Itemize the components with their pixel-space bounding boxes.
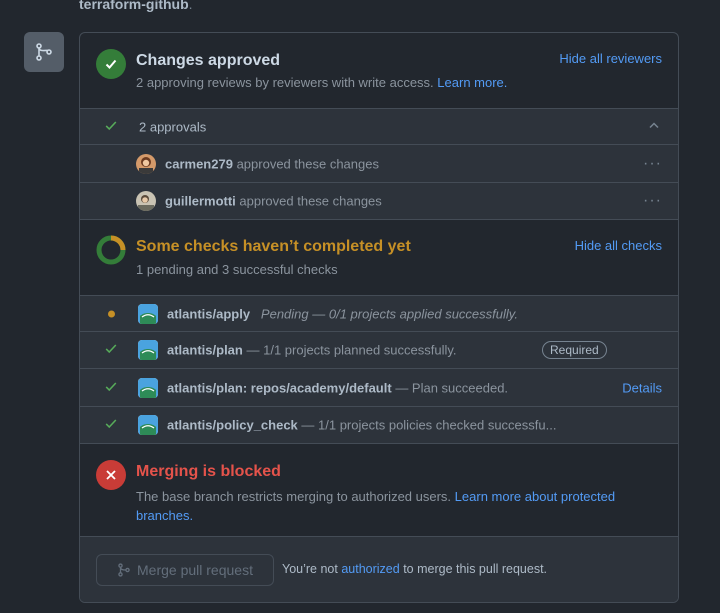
atlantis-app-icon[interactable] (138, 340, 158, 360)
merge-panel: Changes approved 2 approving reviews by … (79, 32, 679, 603)
reviewer-name: carmen279 approved these changes (165, 156, 379, 171)
blocked-text: The base branch restricts merging to aut… (136, 489, 616, 523)
atlantis-app-icon[interactable] (138, 303, 158, 324)
check-row: atlantis/plan: repos/academy/default — P… (80, 368, 678, 406)
hide-checks-link[interactable]: Hide all checks (575, 238, 662, 253)
kebab-menu-icon[interactable]: ··· (643, 192, 662, 210)
check-name: atlantis/apply Pending — 0/1 projects ap… (167, 306, 518, 321)
pending-dot-icon (108, 310, 115, 317)
approved-subtitle: 2 approving reviews by reviewers with wr… (136, 75, 508, 90)
atlantis-app-icon[interactable] (138, 377, 158, 398)
reviewer-row: guillermotti approved these changes ··· (80, 182, 678, 219)
check-icon (104, 417, 118, 434)
check-row: atlantis/plan — 1/1 projects planned suc… (80, 331, 678, 368)
blocked-section: Merging is blocked The base branch restr… (80, 443, 678, 536)
check-row: atlantis/policy_check — 1/1 projects pol… (80, 406, 678, 443)
chevron-up-icon[interactable] (648, 119, 660, 134)
branch-icon (24, 32, 64, 72)
merge-pull-request-button[interactable]: Merge pull request (96, 554, 274, 586)
checks-section: Some checks haven’t completed yet 1 pend… (80, 219, 678, 295)
avatar[interactable] (136, 191, 156, 211)
repo-name: terraform-github. (79, 0, 193, 12)
reviewer-name: guillermotti approved these changes (165, 193, 382, 209)
checks-progress-icon (96, 235, 126, 265)
reviewer-row: carmen279 approved these changes ··· (80, 144, 678, 182)
approved-title: Changes approved (136, 52, 281, 69)
approvals-count: 2 approvals (139, 119, 207, 134)
check-name: atlantis/policy_check — 1/1 projects pol… (167, 417, 557, 433)
approvals-summary-row[interactable]: 2 approvals (80, 108, 678, 144)
protected-branches-link[interactable]: Learn more about protected (455, 489, 615, 504)
learn-more-link[interactable]: Learn more. (437, 75, 507, 90)
approved-section: Changes approved 2 approving reviews by … (80, 33, 678, 108)
details-link[interactable]: Details (622, 380, 662, 395)
hide-reviewers-link[interactable]: Hide all reviewers (559, 51, 662, 66)
check-name: atlantis/plan: repos/academy/default — P… (167, 380, 509, 395)
blocked-title: Merging is blocked (136, 463, 281, 480)
checks-subtitle: 1 pending and 3 successful checks (136, 262, 338, 277)
check-circle-icon (96, 49, 126, 79)
check-icon (104, 118, 118, 135)
reviewer-username[interactable]: guillermotti (165, 194, 236, 209)
merge-note: You’re not authorized to merge this pull… (282, 562, 548, 576)
check-icon (104, 379, 118, 396)
x-circle-icon (96, 460, 126, 490)
checks-title: Some checks haven’t completed yet (136, 238, 411, 255)
protected-branches-link-cont[interactable]: branches. (136, 508, 193, 523)
merge-button-label: Merge pull request (137, 562, 253, 578)
authorized-link[interactable]: authorized (341, 562, 399, 576)
reviewer-username[interactable]: carmen279 (165, 156, 233, 171)
required-badge: Required (542, 341, 607, 359)
check-icon (104, 342, 118, 359)
check-name: atlantis/plan — 1/1 projects planned suc… (167, 342, 457, 358)
atlantis-app-icon[interactable] (138, 415, 158, 435)
check-row: atlantis/apply Pending — 0/1 projects ap… (80, 295, 678, 331)
avatar[interactable] (136, 153, 156, 174)
kebab-menu-icon[interactable]: ··· (643, 155, 662, 173)
merge-icon (118, 563, 130, 577)
